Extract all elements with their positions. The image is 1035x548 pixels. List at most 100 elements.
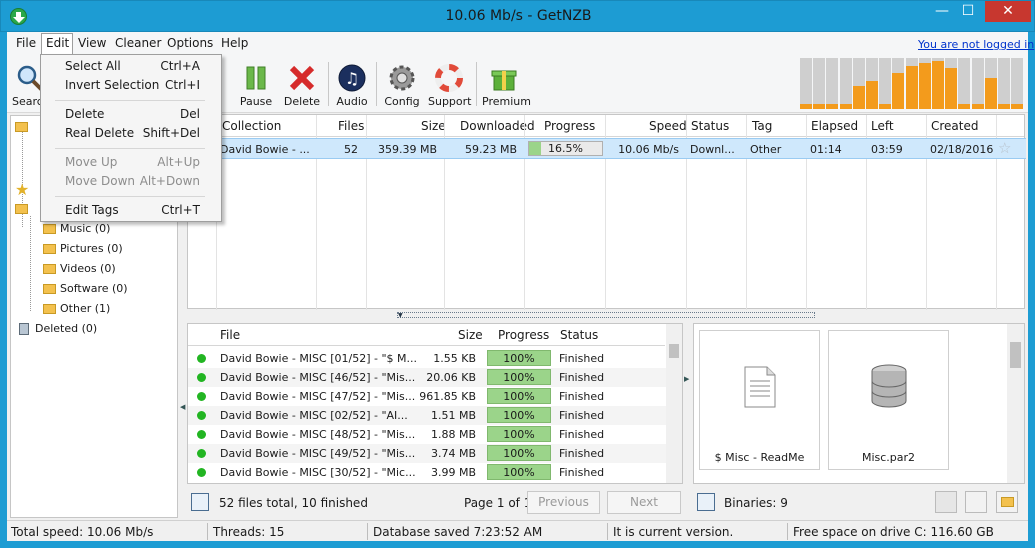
menu-help[interactable]: Help <box>221 36 248 50</box>
col-file[interactable]: File <box>220 328 240 342</box>
progress-bar: 100% <box>487 350 551 366</box>
binaries-scrollbar[interactable] <box>1007 324 1024 483</box>
progress-bar: 100% <box>487 445 551 461</box>
cell-file-status: Finished <box>559 409 605 422</box>
open-folder-icon[interactable] <box>996 491 1018 513</box>
menu-cleaner[interactable]: Cleaner <box>115 36 161 50</box>
speed-graph-bar <box>971 58 984 109</box>
file-list-icon[interactable] <box>191 493 209 511</box>
support-button[interactable]: Support <box>428 60 471 110</box>
menu-item-select-all[interactable]: Select All Ctrl+A <box>42 57 220 76</box>
status-dot-icon <box>197 468 206 477</box>
premium-button[interactable]: Premium <box>482 60 531 110</box>
col-speed[interactable]: Speed <box>649 119 687 133</box>
files-scrollbar[interactable] <box>666 324 682 483</box>
vertical-splitter[interactable]: ▶ <box>683 323 693 484</box>
audio-button[interactable]: ♫ Audio <box>334 60 370 110</box>
col-created[interactable]: Created <box>931 119 979 133</box>
table-row[interactable]: David Bowie - MISC [46/52] - "Mis... 20.0… <box>188 368 666 387</box>
favorite-star-icon[interactable]: ☆ <box>998 139 1011 157</box>
tree-item-pictures[interactable]: Pictures (0) <box>43 242 123 255</box>
col-tag[interactable]: Tag <box>752 119 772 133</box>
col-file-status[interactable]: Status <box>560 328 598 342</box>
col-file-progress[interactable]: Progress <box>498 328 549 342</box>
menu-options[interactable]: Options <box>167 36 213 50</box>
tree-item-categories[interactable] <box>15 202 32 215</box>
col-files[interactable]: Files <box>338 119 364 133</box>
menu-item-shortcut: Ctrl+A <box>160 59 200 73</box>
col-size[interactable]: Size <box>421 119 446 133</box>
tree-item-all[interactable] <box>15 120 32 133</box>
cell-file-size: 3.99 MB <box>430 466 476 479</box>
progress-text: 16.5% <box>548 142 583 155</box>
col-collection[interactable]: Collection <box>222 119 281 133</box>
splitter-arrow-icon: ◀ <box>180 403 186 411</box>
horizontal-splitter[interactable]: ▼ <box>187 310 1025 322</box>
tree-item-deleted[interactable]: Deleted (0) <box>19 322 97 335</box>
menu-item-shortcut: Shift+Del <box>142 126 200 140</box>
speed-graph-fill <box>813 104 826 109</box>
minimize-button[interactable]: — <box>931 1 953 22</box>
maximize-button[interactable]: ☐ <box>957 1 979 22</box>
music-note-icon: ♫ <box>337 63 367 93</box>
progress-bar: 100% <box>487 369 551 385</box>
cell-file-name: David Bowie - MISC [01/52] - "$ M... <box>220 352 417 365</box>
progress-text: 100% <box>503 352 535 365</box>
col-file-size[interactable]: Size <box>458 328 483 342</box>
tree-item-other[interactable]: Other (1) <box>43 302 110 315</box>
folder-icon <box>15 204 28 214</box>
speed-graph-bar <box>800 58 812 109</box>
tree-label: Music (0) <box>60 222 111 235</box>
menu-edit[interactable]: Edit <box>46 36 69 50</box>
database-icon <box>871 364 907 408</box>
scroll-thumb[interactable] <box>669 344 679 358</box>
pause-button[interactable]: Pause <box>236 60 276 110</box>
menu-item-delete[interactable]: Delete Del <box>42 105 220 124</box>
tree-item-software[interactable]: Software (0) <box>43 282 128 295</box>
table-row[interactable]: David Bowie - MISC [01/52] - "$ M... 1.55… <box>188 349 666 368</box>
table-row[interactable]: David Bowie - MISC [47/52] - "Mis... 961.… <box>188 387 666 406</box>
config-button[interactable]: Config <box>382 60 422 110</box>
menu-item-invert-selection[interactable]: Invert Selection Ctrl+I <box>42 76 220 95</box>
scroll-thumb[interactable] <box>1010 342 1021 368</box>
login-link[interactable]: You are not logged in <box>918 38 1034 51</box>
cell-downloaded: 59.23 MB <box>464 143 517 156</box>
menu-item-shortcut: Del <box>180 107 200 121</box>
extract-icon[interactable] <box>965 491 987 513</box>
menu-item-shortcut: Alt+Up <box>157 155 200 169</box>
col-left[interactable]: Left <box>871 119 894 133</box>
col-elapsed[interactable]: Elapsed <box>811 119 858 133</box>
previous-button[interactable]: Previous <box>527 491 600 514</box>
table-row[interactable]: David Bowie - MISC [49/52] - "Mis... 3.74… <box>188 444 666 463</box>
tree-item-music[interactable]: Music (0) <box>43 222 110 235</box>
binaries-view-icon[interactable] <box>697 493 715 511</box>
cell-file-size: 1.55 KB <box>433 352 476 365</box>
binary-item[interactable]: Misc.par2 <box>828 330 949 470</box>
table-row[interactable]: David Bowie - MISC [30/52] - "Mic... 3.99… <box>188 463 666 482</box>
menu-item-shortcut: Ctrl+I <box>165 78 200 92</box>
close-button[interactable]: ✕ <box>985 1 1031 22</box>
menu-view[interactable]: View <box>78 36 106 50</box>
table-row[interactable]: David Bowie - ... 52 359.39 MB 59.23 MB … <box>188 138 1026 159</box>
table-row[interactable]: David Bowie - MISC [48/52] - "Mis... 1.88… <box>188 425 666 444</box>
col-status[interactable]: Status <box>691 119 729 133</box>
delete-button[interactable]: Delete <box>282 60 322 110</box>
grid-view-icon[interactable] <box>935 491 957 513</box>
menu-item-label: Edit Tags <box>65 203 119 217</box>
col-progress[interactable]: Progress <box>544 119 595 133</box>
svg-text:♫: ♫ <box>345 69 359 88</box>
cell-file-name: David Bowie - MISC [47/52] - "Mis... <box>220 390 416 403</box>
menu-item-edit-tags[interactable]: Edit Tags Ctrl+T <box>42 201 220 220</box>
menu-item-real-delete[interactable]: Real Delete Shift+Del <box>42 124 220 143</box>
window-title: 10.06 Mb/s - GetNZB <box>445 8 592 24</box>
binary-item[interactable]: $ Misc - ReadMe <box>699 330 820 470</box>
folder-icon <box>15 122 28 132</box>
tree-item-videos[interactable]: Videos (0) <box>43 262 116 275</box>
menu-file[interactable]: File <box>16 36 36 50</box>
table-row[interactable]: David Bowie - MISC [02/52] - "AI... 1.51 … <box>188 406 666 425</box>
speed-graph-fill <box>866 81 878 109</box>
cell-file-name: David Bowie - MISC [02/52] - "AI... <box>220 409 408 422</box>
next-button[interactable]: Next <box>607 491 681 514</box>
speed-graph-fill <box>1011 104 1024 109</box>
audio-button-label: Audio <box>336 95 368 108</box>
